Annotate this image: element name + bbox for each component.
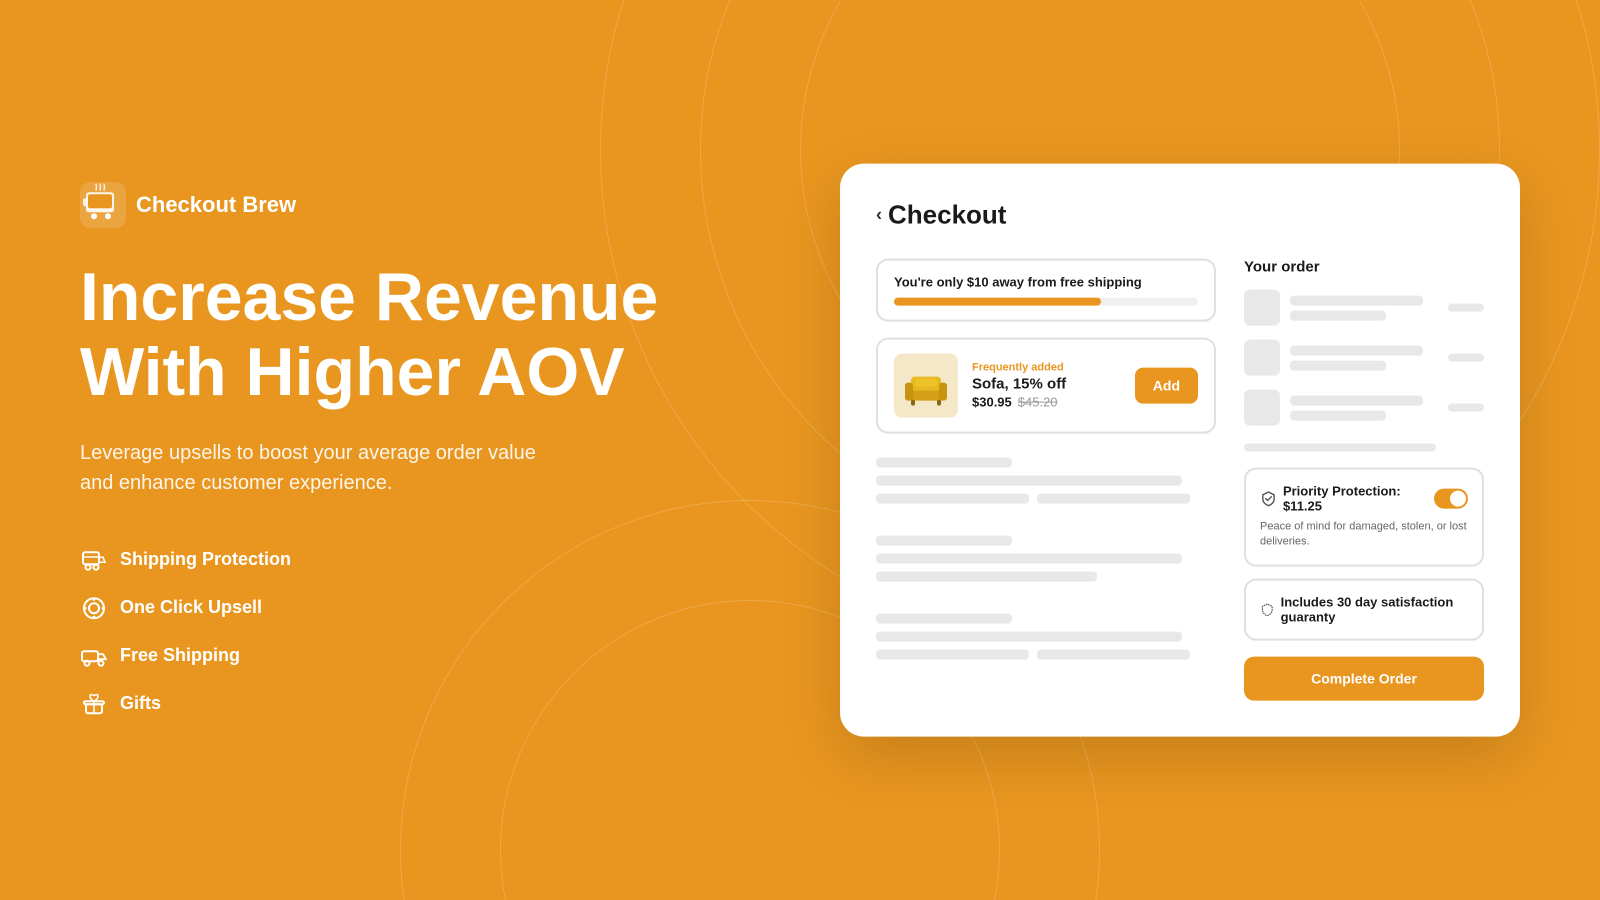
skeleton-line [876, 572, 1097, 582]
subtext: Leverage upsells to boost your average o… [80, 438, 560, 498]
order-item-lines [1290, 295, 1438, 320]
order-item-price [1448, 354, 1484, 362]
order-item-image [1244, 390, 1280, 426]
checkout-left-column: You're only $10 away from free shipping [876, 259, 1216, 701]
price-current: $30.95 [972, 395, 1012, 410]
skeleton-line [876, 614, 1012, 624]
feature-label: Gifts [120, 693, 161, 714]
toggle-knob [1450, 491, 1466, 507]
order-item-price [1448, 404, 1484, 412]
skeleton-line [876, 650, 1029, 660]
brand-name: Checkout Brew [136, 192, 296, 218]
skeleton-line [1290, 410, 1386, 420]
subtotal-skeleton [1244, 444, 1436, 452]
sofa-image [894, 354, 958, 418]
feature-shipping-protection: Shipping Protection [80, 546, 660, 574]
upsell-card: Frequently added Sofa, 15% off $30.95 $4… [876, 338, 1216, 434]
guarantee-text: Includes 30 day satisfaction guaranty [1260, 594, 1468, 624]
protection-label: Priority Protection: $11.25 [1283, 484, 1434, 514]
skeleton-line [876, 476, 1182, 486]
feature-label: Shipping Protection [120, 549, 291, 570]
price-original: $45.20 [1018, 395, 1058, 410]
features-list: Shipping Protection One Click Upsell [80, 546, 660, 718]
order-items [1244, 290, 1484, 426]
frequently-added-badge: Frequently added [972, 362, 1121, 374]
brand-icon [80, 182, 126, 228]
skeleton-line [876, 632, 1182, 642]
protection-title: Priority Protection: $11.25 [1260, 484, 1434, 514]
order-item-price [1448, 304, 1484, 312]
order-item [1244, 390, 1484, 426]
prices: $30.95 $45.20 [972, 395, 1121, 410]
shield-icon [1260, 490, 1277, 508]
skeleton-line [1290, 360, 1386, 370]
skeleton-section-1 [876, 450, 1216, 512]
protection-card: Priority Protection: $11.25 Peace of min… [1244, 468, 1484, 567]
skeleton-line [1290, 295, 1423, 305]
order-item-image [1244, 340, 1280, 376]
skeleton-line [1290, 345, 1423, 355]
guarantee-label: Includes 30 day satisfaction guaranty [1281, 594, 1468, 624]
skeleton-line [876, 536, 1012, 546]
order-item-lines [1290, 395, 1438, 420]
checkout-title: Checkout [888, 200, 1006, 231]
shipping-bar-text: You're only $10 away from free shipping [894, 275, 1198, 290]
skeleton-line [1037, 650, 1190, 660]
skeleton-line [1290, 310, 1386, 320]
progress-bar-bg [894, 298, 1198, 306]
protection-toggle[interactable] [1434, 489, 1468, 509]
skeleton-section-3 [876, 606, 1216, 668]
feature-label: Free Shipping [120, 645, 240, 666]
your-order-title: Your order [1244, 259, 1484, 276]
brand: Checkout Brew [80, 182, 660, 228]
product-name: Sofa, 15% off [972, 376, 1121, 393]
upsell-info: Frequently added Sofa, 15% off $30.95 $4… [972, 362, 1121, 410]
skeleton-line [1037, 494, 1190, 504]
skeleton-line [876, 494, 1029, 504]
add-upsell-button[interactable]: Add [1135, 368, 1198, 404]
order-item-image [1244, 290, 1280, 326]
guarantee-card: Includes 30 day satisfaction guaranty [1244, 578, 1484, 640]
complete-order-button[interactable]: Complete Order [1244, 656, 1484, 700]
shipping-bar-card: You're only $10 away from free shipping [876, 259, 1216, 322]
order-item [1244, 340, 1484, 376]
protection-description: Peace of mind for damaged, stolen, or lo… [1260, 520, 1468, 551]
guarantee-icon [1260, 600, 1275, 618]
feature-free-shipping: Free Shipping [80, 642, 660, 670]
shipping-protection-icon [80, 546, 108, 574]
skeleton-line [876, 554, 1182, 564]
free-shipping-icon [80, 642, 108, 670]
checkout-right-column: Your order [1244, 259, 1484, 701]
left-panel: Checkout Brew Increase Revenue With High… [80, 182, 660, 718]
skeleton-line [1290, 395, 1423, 405]
feature-one-click-upsell: One Click Upsell [80, 594, 660, 622]
gifts-icon [80, 690, 108, 718]
skeleton-line [876, 458, 1012, 468]
headline: Increase Revenue With Higher AOV [80, 260, 660, 410]
feature-label: One Click Upsell [120, 597, 262, 618]
checkout-header: ‹ Checkout [876, 200, 1484, 231]
skeleton-section-2 [876, 528, 1216, 590]
back-arrow[interactable]: ‹ [876, 205, 882, 226]
progress-bar-fill [894, 298, 1101, 306]
order-item-lines [1290, 345, 1438, 370]
feature-gifts: Gifts [80, 690, 660, 718]
one-click-upsell-icon [80, 594, 108, 622]
order-item [1244, 290, 1484, 326]
protection-header: Priority Protection: $11.25 [1260, 484, 1468, 514]
checkout-ui: ‹ Checkout You're only $10 away from fre… [840, 164, 1520, 737]
